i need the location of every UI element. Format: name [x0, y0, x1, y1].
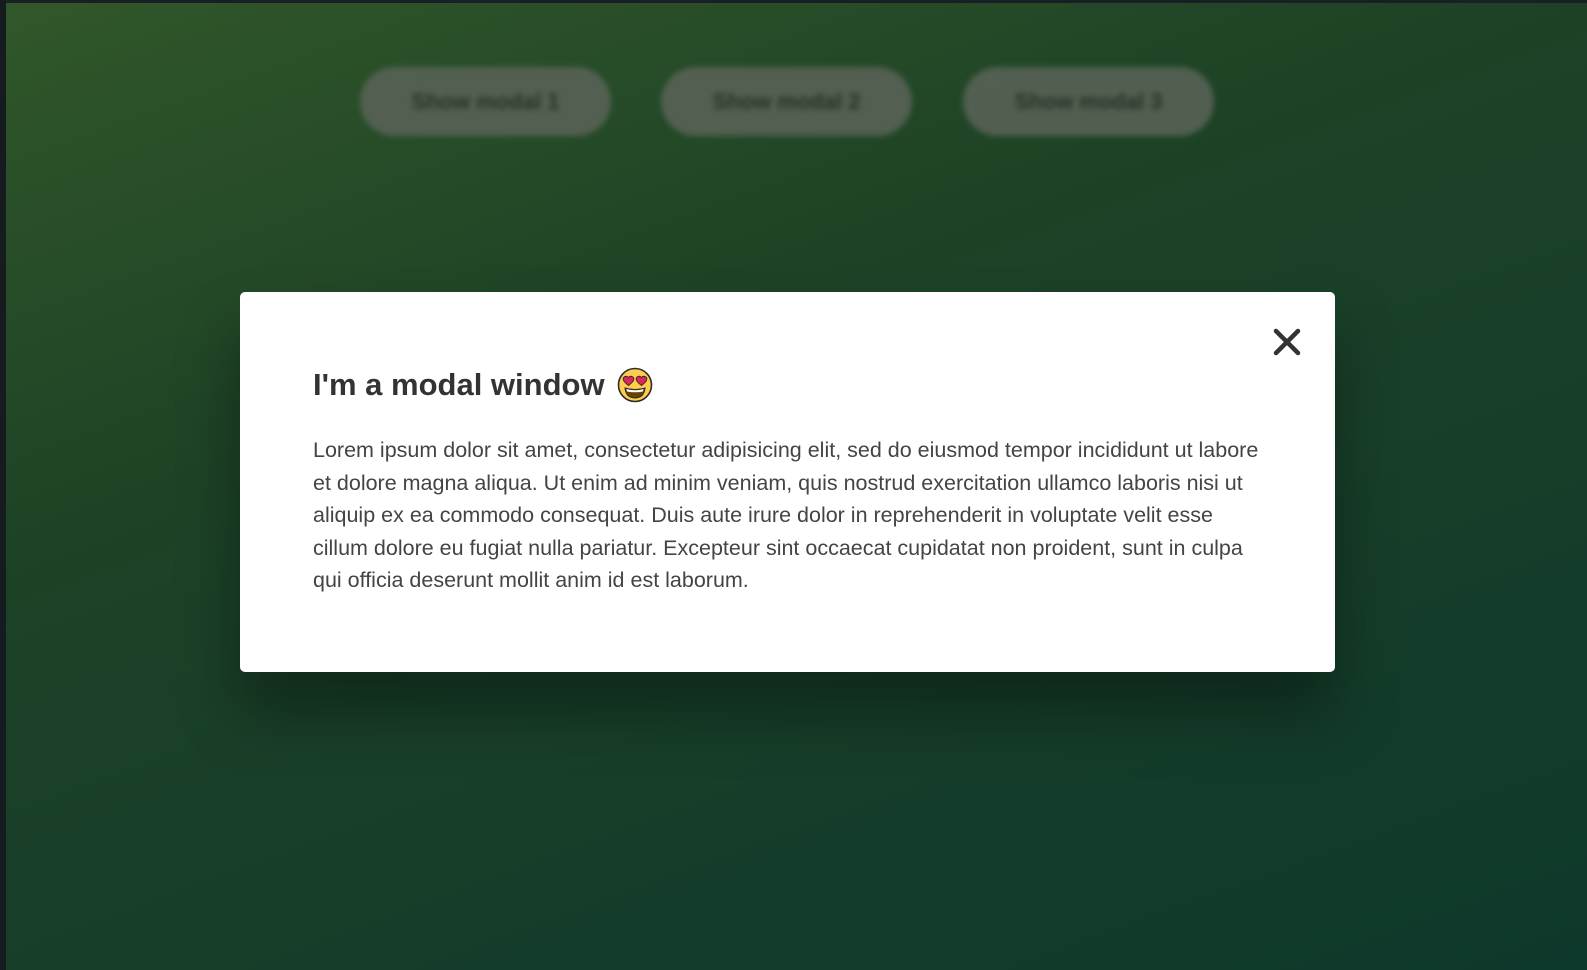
modal-window: I'm a modal window Lorem ipsum dolor sit…	[240, 292, 1335, 672]
page-background: Show modal 1 Show modal 2 Show modal 3 I…	[6, 3, 1587, 970]
modal-title: I'm a modal window	[313, 367, 605, 402]
modal-title-container: I'm a modal window	[313, 367, 653, 403]
close-button[interactable]	[1267, 322, 1307, 362]
heart-eyes-emoji-icon	[617, 367, 652, 403]
modal-body-text: Lorem ipsum dolor sit amet, consectetur …	[313, 438, 1259, 593]
close-icon	[1273, 328, 1301, 356]
